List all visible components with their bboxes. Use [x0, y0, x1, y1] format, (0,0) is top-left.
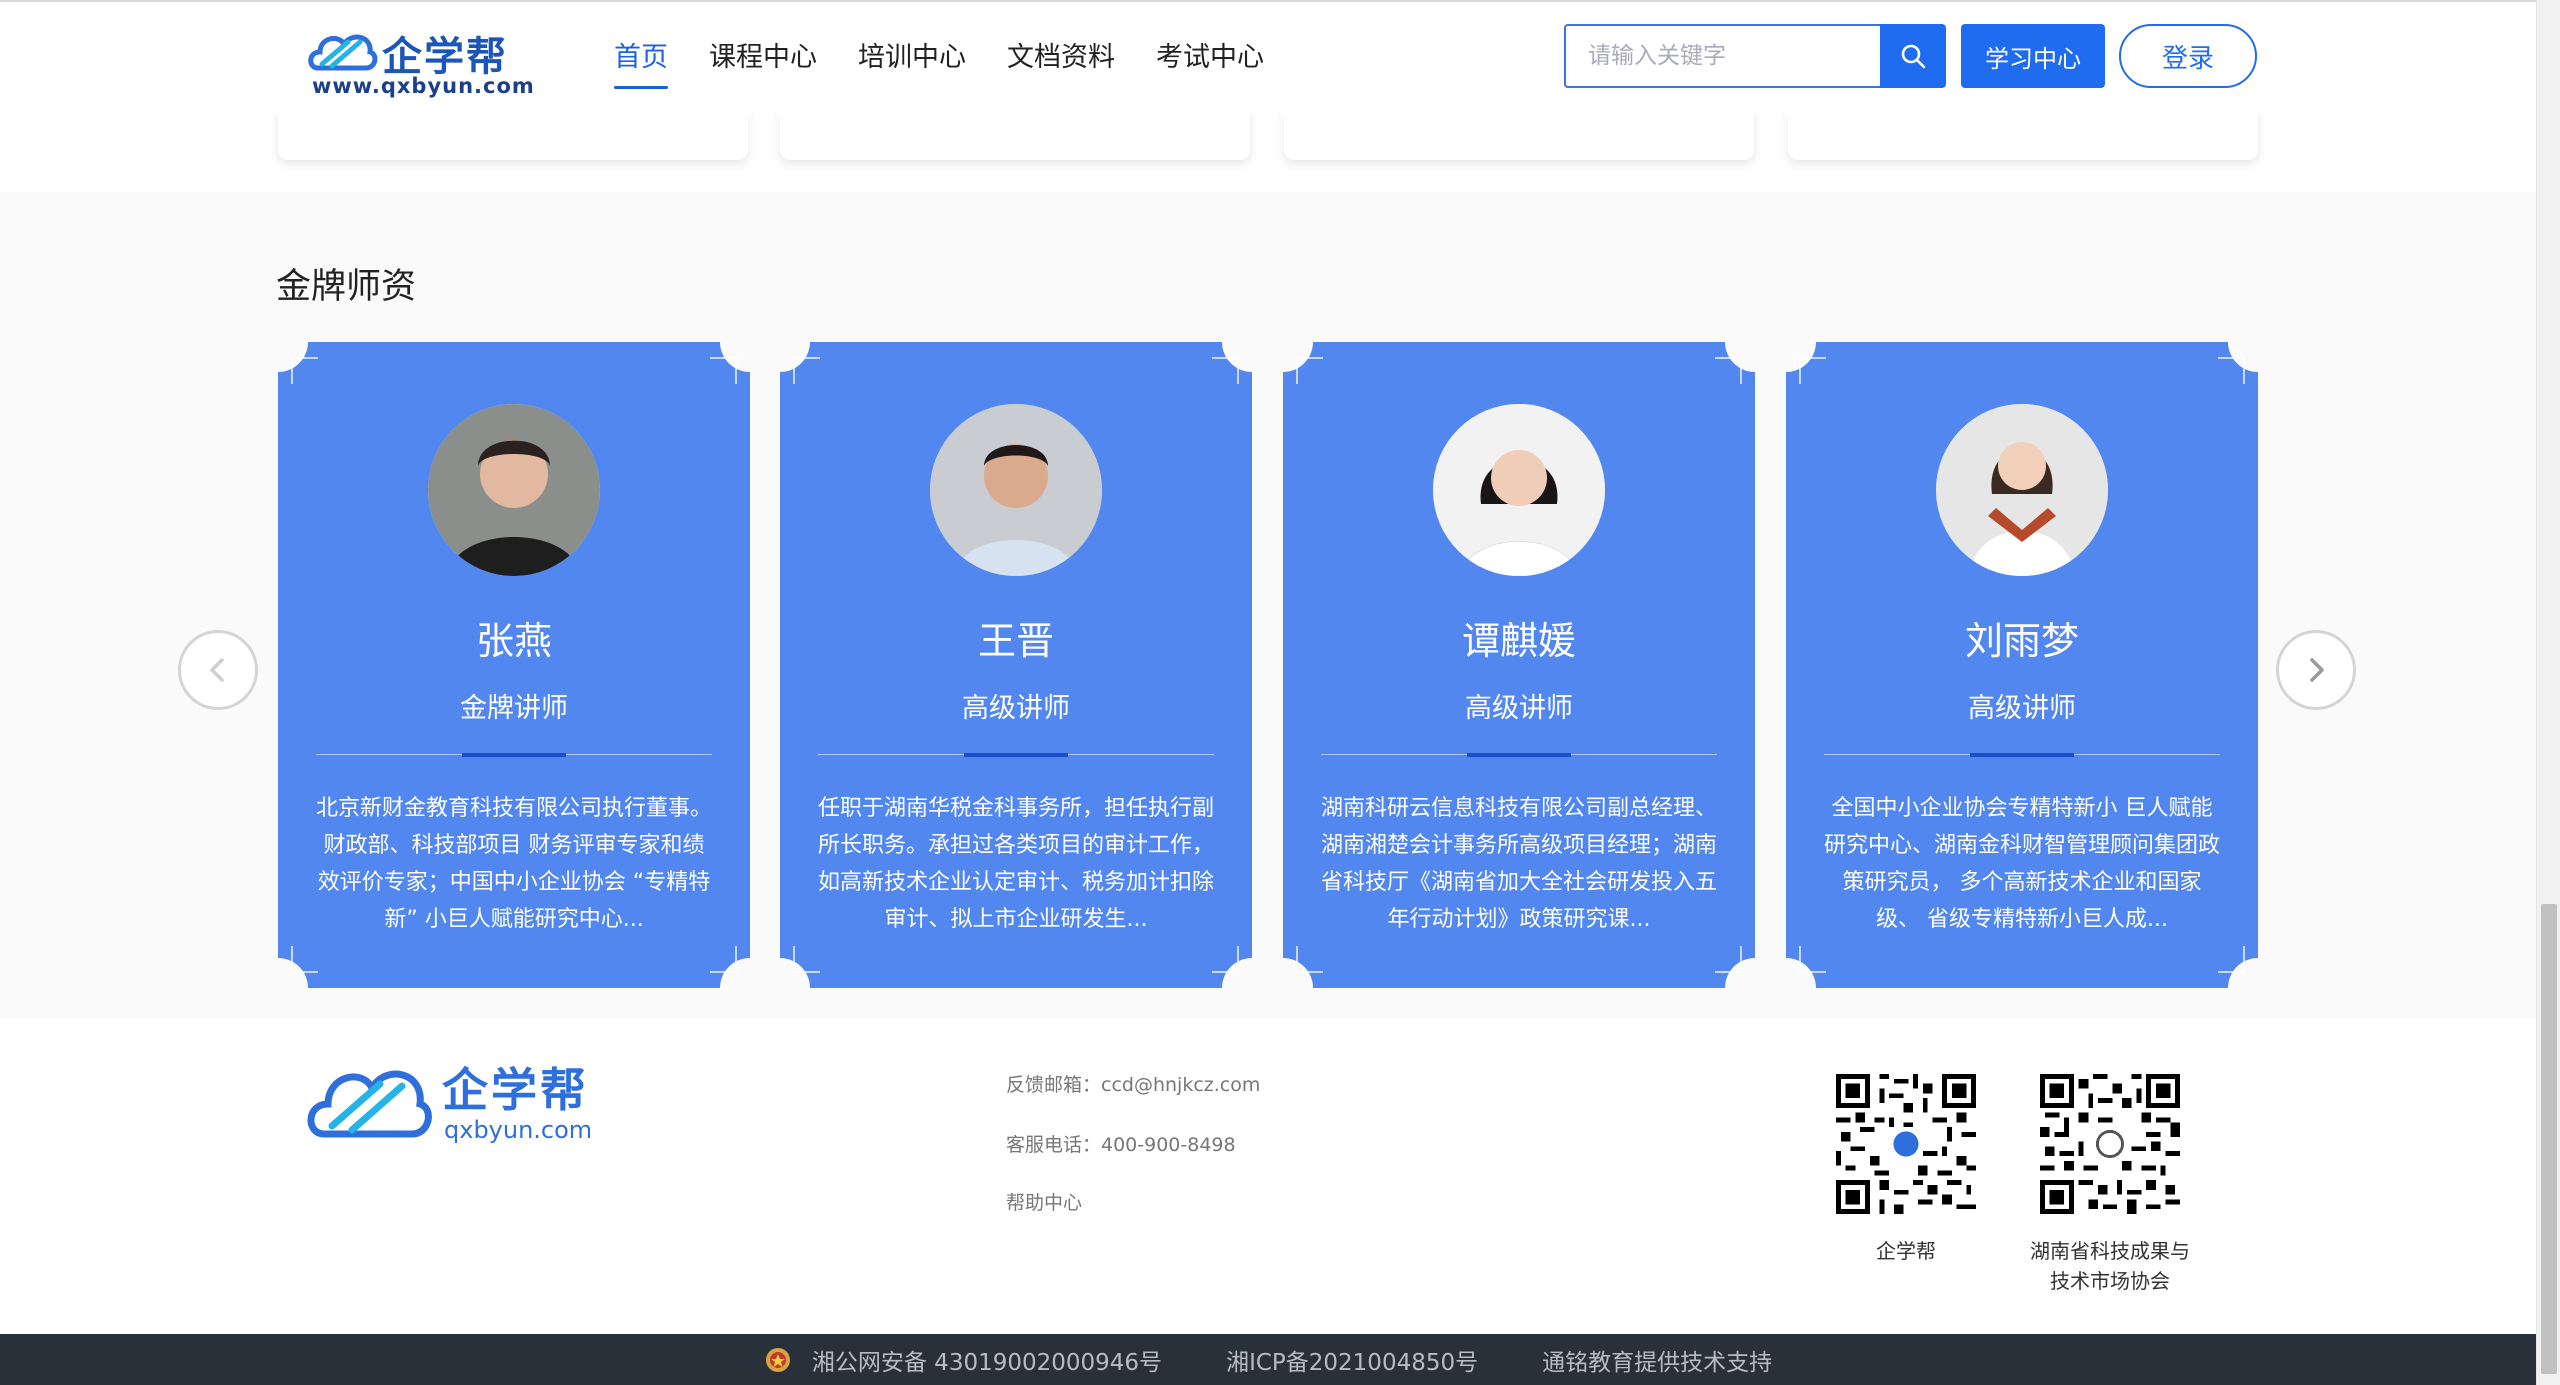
footer-logo-url: qxbyun.com	[444, 1116, 593, 1144]
logo-url: www.qxbyun.com	[312, 74, 535, 98]
nav-home[interactable]: 首页	[614, 2, 668, 114]
teacher-avatar	[428, 404, 600, 576]
carousel-next-button[interactable]	[2276, 630, 2356, 710]
footer-logo[interactable]: 企学帮 qxbyun.com	[306, 1054, 606, 1144]
teacher-description: 北京新财金教育科技有限公司执行董事。财政部、科技部项目 财务评审专家和绩效评价专…	[315, 796, 712, 932]
chevron-left-icon	[210, 658, 224, 682]
site-header: 企学帮 www.qxbyun.com 首页 课程中心 培训中心 文档资料 考试中…	[0, 0, 2536, 112]
divider-accent	[462, 753, 566, 757]
teacher-card[interactable]: 张燕 金牌讲师 北京新财金教育科技有限公司执行董事。财政部、科技部项目 财务评审…	[278, 342, 750, 988]
teacher-card[interactable]: 刘雨梦 高级讲师 全国中小企业协会专精特新小 巨人赋能研究中心、湖南金科财智管理…	[1786, 342, 2258, 988]
nav-documents[interactable]: 文档资料	[1007, 2, 1115, 114]
teacher-title: 高级讲师	[962, 693, 1070, 724]
help-center-link[interactable]: 帮助中心	[1006, 1188, 1082, 1215]
nav-exams[interactable]: 考试中心	[1156, 2, 1264, 114]
teacher-avatar	[1936, 404, 2108, 576]
teacher-title: 金牌讲师	[460, 693, 568, 724]
teacher-name: 谭麒媛	[1461, 619, 1576, 663]
study-center-button[interactable]: 学习中心	[1961, 24, 2105, 88]
main-nav: 首页 课程中心 培训中心 文档资料 考试中心	[614, 2, 1305, 114]
teacher-avatar	[930, 404, 1102, 576]
tech-support-text: 通铭教育提供技术支持	[1542, 1349, 1773, 1376]
search-button[interactable]	[1880, 24, 1946, 88]
login-button[interactable]: 登录	[2119, 24, 2257, 88]
teacher-title: 高级讲师	[1968, 693, 2076, 724]
qr-label-association-line1: 湖南省科技成果与	[2030, 1239, 2190, 1263]
previous-card[interactable]	[1284, 112, 1754, 160]
teachers-section: 金牌师资 张燕 金牌讲师 北京新财金教育科技有限公司执行董事。财政部、科技部项目	[0, 192, 2536, 1018]
avatar-image	[1936, 404, 2108, 576]
teacher-name: 刘雨梦	[1964, 619, 2079, 663]
scrollbar-thumb[interactable]	[2541, 904, 2557, 1374]
divider-accent	[1970, 753, 2074, 757]
avatar-image	[428, 404, 600, 576]
avatar-image	[1433, 404, 1605, 576]
avatar-image	[930, 404, 1102, 576]
nav-training[interactable]: 培训中心	[858, 2, 966, 114]
police-badge-icon	[765, 1347, 790, 1372]
logo-cloud-icon	[308, 34, 378, 71]
search-box	[1564, 24, 1946, 88]
previous-card[interactable]	[780, 112, 1250, 160]
search-icon	[1901, 44, 1926, 69]
teacher-avatar	[1433, 404, 1605, 576]
teacher-description: 全国中小企业协会专精特新小 巨人赋能研究中心、湖南金科财智管理顾问集团政策研究员…	[1823, 796, 2220, 932]
logo-cloud-icon	[307, 1070, 432, 1138]
divider-accent	[964, 753, 1068, 757]
teacher-card[interactable]: 谭麒媛 高级讲师 湖南科研云信息科技有限公司副总经理、湖南湘楚会计事务所高级项目…	[1283, 342, 1755, 988]
service-phone: 客服电话：400-900-8498	[1006, 1134, 1236, 1156]
carousel-prev-button[interactable]	[178, 630, 258, 710]
previous-cards-row	[0, 112, 2536, 192]
chevron-right-icon	[2310, 658, 2324, 682]
qr-code-qixuebang	[1836, 1074, 1976, 1214]
teacher-card[interactable]: 王晋 高级讲师 任职于湖南华税金科事务所，担任执行副所长职务。承担过各类项目的审…	[780, 342, 1252, 988]
footer-bottom-bar: 湘公网安备 43019002000946号 湘ICP备2021004850号 通…	[0, 1334, 2536, 1385]
police-record-text: 湘公网安备 43019002000946号	[811, 1349, 1163, 1376]
site-logo[interactable]: 企学帮 www.qxbyun.com	[308, 24, 534, 104]
teacher-name: 王晋	[977, 619, 1054, 663]
section-title: 金牌师资	[276, 267, 417, 307]
footer-logo-text: 企学帮	[442, 1063, 589, 1117]
divider-accent	[1467, 753, 1571, 757]
icp-record[interactable]: 湘ICP备2021004850号	[1226, 1343, 1478, 1377]
police-record[interactable]: 湘公网安备 43019002000946号	[764, 1343, 1162, 1377]
page-scrollbar[interactable]	[2536, 0, 2560, 1385]
feedback-email: 反馈邮箱：ccd@hnjkcz.com	[1006, 1074, 1261, 1096]
teacher-description: 湖南科研云信息科技有限公司副总经理、湖南湘楚会计事务所高级项目经理；湖南省科技厅…	[1320, 796, 1717, 932]
site-footer: 企学帮 qxbyun.com 反馈邮箱：ccd@hnjkcz.com 客服电话：…	[0, 1018, 2536, 1334]
qr-label-association-line2: 技术市场协会	[2050, 1269, 2170, 1293]
qr-code-association	[2040, 1074, 2180, 1214]
teacher-name: 张燕	[475, 619, 552, 663]
nav-courses[interactable]: 课程中心	[709, 2, 817, 114]
qr-label-qixuebang: 企学帮	[1876, 1239, 1936, 1263]
previous-card[interactable]	[278, 112, 748, 160]
search-input[interactable]	[1564, 24, 1880, 88]
teacher-title: 高级讲师	[1465, 693, 1573, 724]
previous-card[interactable]	[1788, 112, 2258, 160]
teacher-description: 任职于湖南华税金科事务所，担任执行副所长职务。承担过各类项目的审计工作，如高新技…	[817, 796, 1214, 932]
